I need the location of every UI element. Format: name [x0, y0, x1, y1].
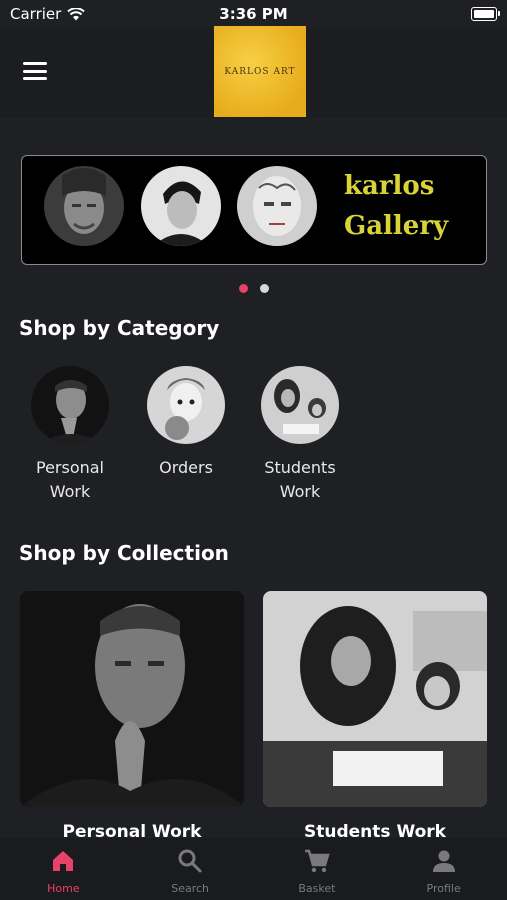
collection-section-title: Shop by Collection [19, 541, 229, 565]
category-image [261, 366, 339, 444]
banner-portrait-1 [44, 166, 124, 246]
category-students-work[interactable]: Students Work [245, 366, 355, 504]
collection-image [263, 591, 487, 807]
tab-basket[interactable]: Basket [254, 838, 381, 900]
gallery-banner[interactable]: karlos Gallery [21, 155, 487, 265]
collection-card-students-work[interactable] [263, 591, 487, 807]
bottom-tab-bar: Home Search Basket Profile [0, 838, 507, 900]
collection-card-personal-work[interactable] [20, 591, 244, 807]
clock: 3:36 PM [219, 5, 288, 23]
tab-search[interactable]: Search [127, 838, 254, 900]
brand-logo: KARLOS ART [214, 26, 306, 117]
home-icon [53, 851, 74, 871]
search-icon [178, 849, 202, 873]
battery-icon [471, 7, 500, 21]
tab-home[interactable]: Home [0, 838, 127, 900]
tab-profile[interactable]: Profile [380, 838, 507, 900]
hamburger-menu-button[interactable] [23, 62, 47, 80]
carousel-dot-2[interactable] [259, 284, 269, 293]
category-personal-work[interactable]: Personal Work [15, 366, 125, 504]
carousel-pagination [0, 284, 507, 293]
status-bar: Carrier 3:36 PM [0, 0, 507, 28]
cart-icon [304, 849, 330, 873]
carousel-dot-1[interactable] [238, 284, 248, 293]
banner-title: karlos Gallery [344, 171, 449, 241]
collection-image [20, 591, 244, 807]
banner-portrait-3 [237, 166, 317, 246]
category-image [31, 366, 109, 444]
banner-portrait-2 [141, 166, 221, 246]
person-icon [432, 850, 455, 872]
app-header: KARLOS ART [0, 26, 507, 118]
category-image [147, 366, 225, 444]
logo-text: KARLOS ART [224, 66, 296, 77]
category-section-title: Shop by Category [19, 316, 220, 340]
category-orders[interactable]: Orders [131, 366, 241, 480]
